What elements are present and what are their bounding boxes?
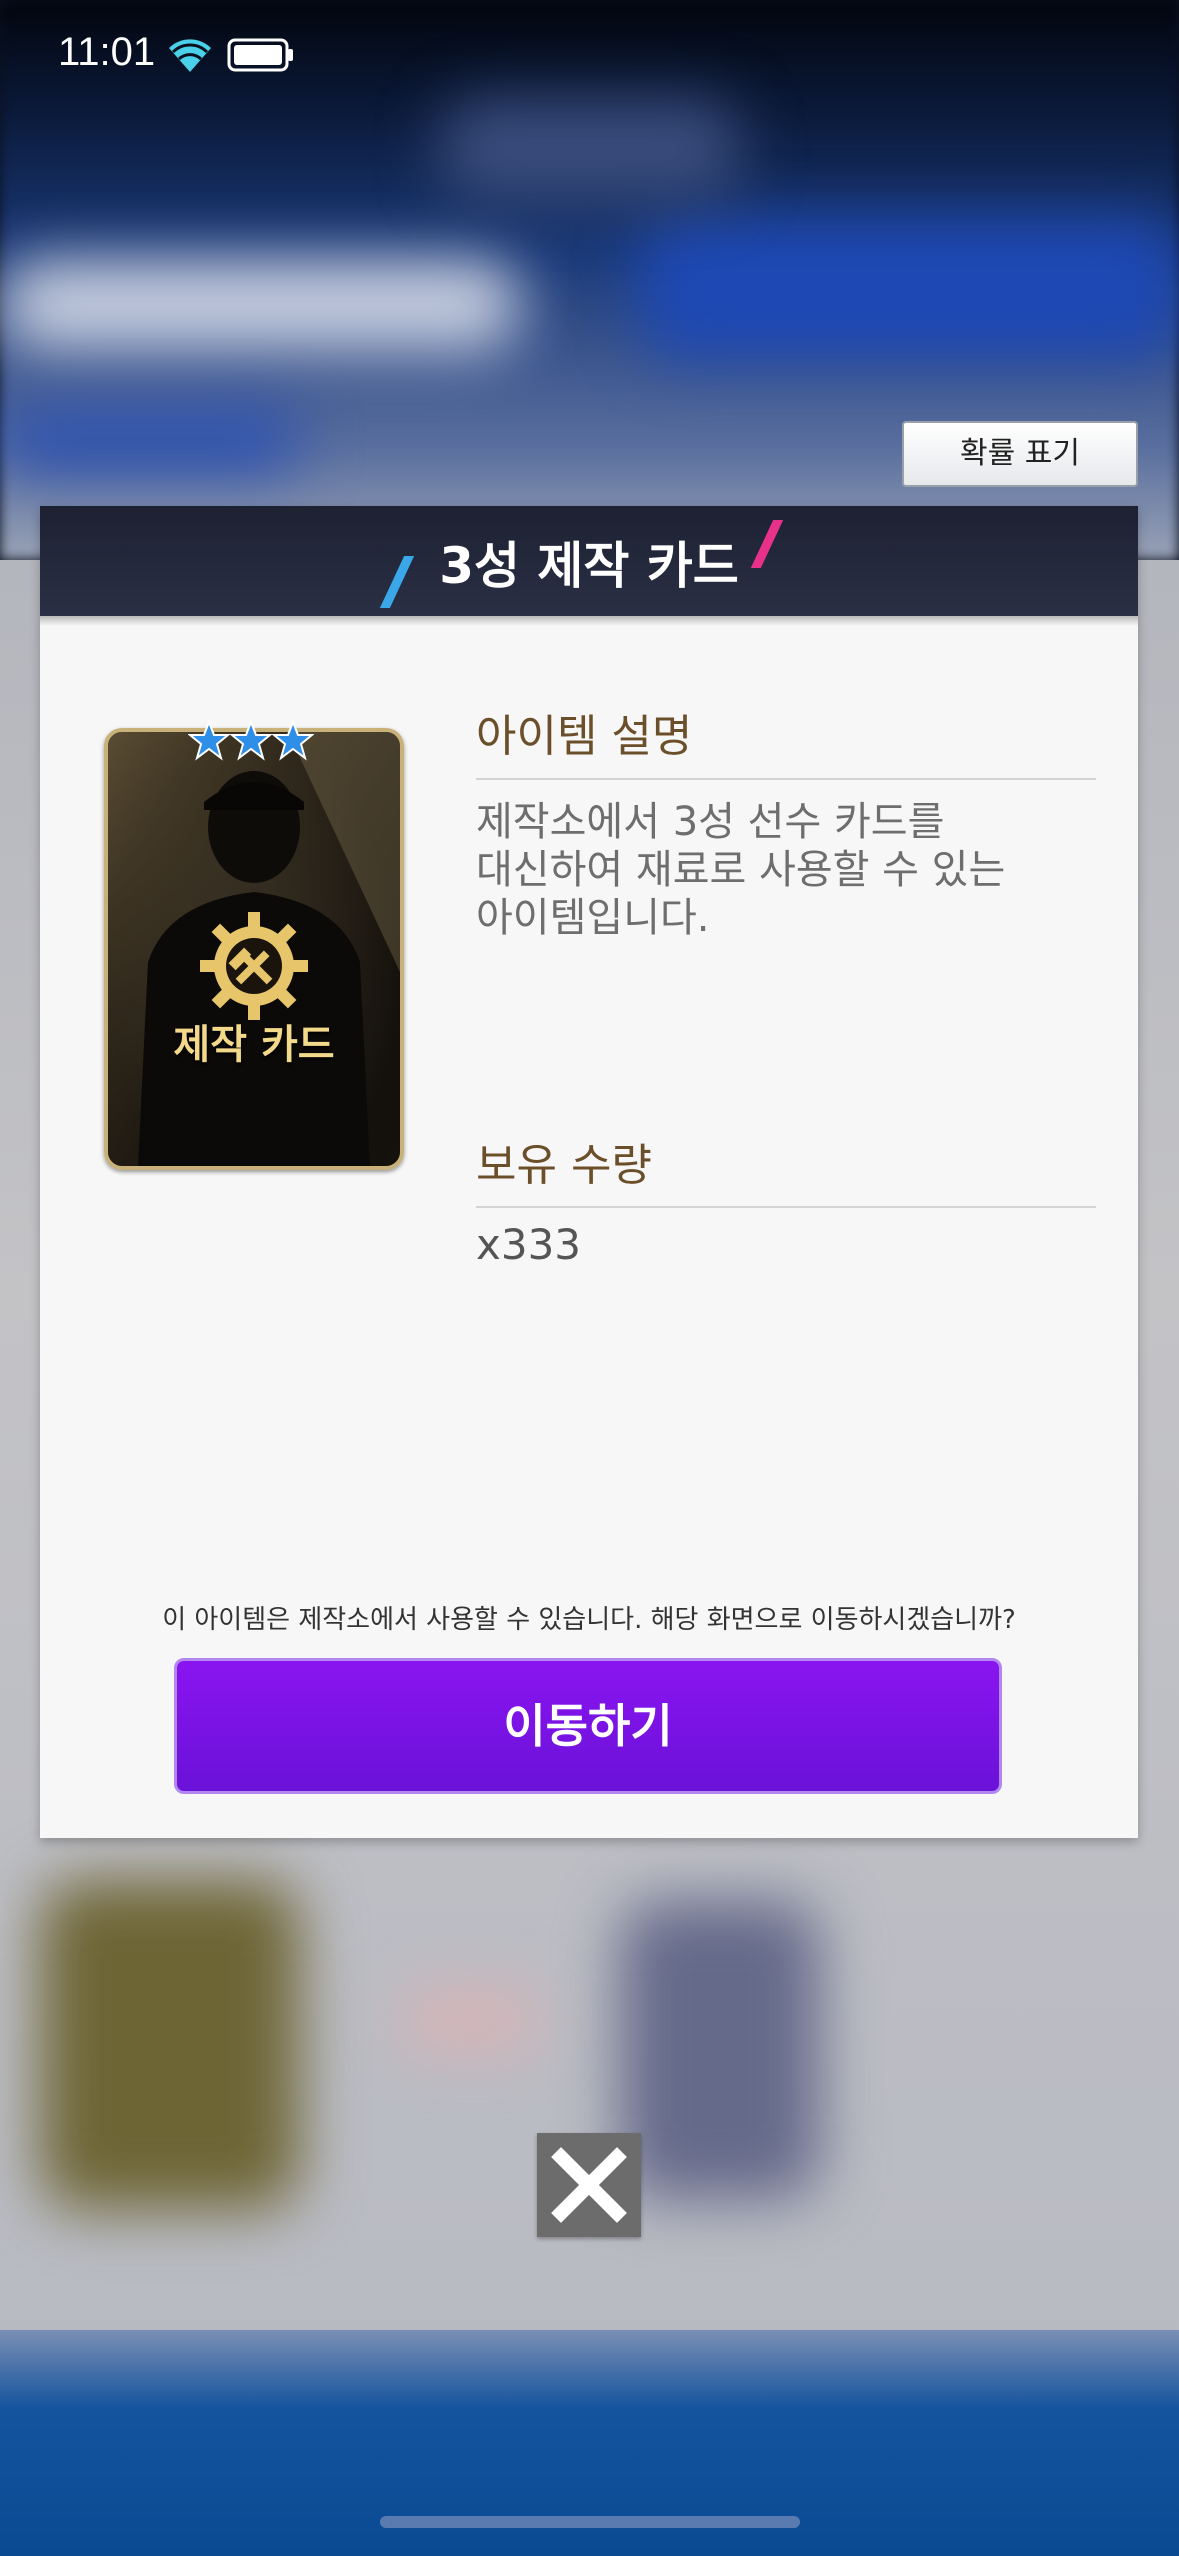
modal-header: 3성 제작 카드 [40, 506, 1138, 626]
hammer-gear-icon [200, 912, 308, 1020]
close-icon [551, 2147, 627, 2223]
description-heading: 아이템 설명 [476, 711, 693, 762]
description-line: 아이템입니다. [476, 895, 710, 941]
star-icon [188, 720, 231, 761]
modal-title: 3성 제작 카드 [439, 537, 739, 595]
status-time: 11:01 [58, 30, 156, 74]
wifi-icon [169, 39, 211, 72]
crafting-card-image: 제작 카드 [104, 728, 404, 1170]
quantity-divider [476, 1206, 1096, 1208]
star-icon [271, 720, 314, 761]
star-icon [229, 720, 273, 761]
description-line: 제작소에서 3성 선수 카드를 [476, 799, 945, 845]
description-divider [476, 778, 1096, 780]
go-to-workshop-button[interactable]: 이동하기 [174, 1658, 1002, 1794]
description-line: 대신하여 재료로 사용할 수 있는 [476, 847, 1006, 893]
star-rating [188, 720, 314, 761]
probability-button[interactable]: 확률 표기 [902, 421, 1138, 487]
home-indicator[interactable] [380, 2516, 800, 2528]
card-label: 제작 카드 [173, 1022, 335, 1068]
item-info-modal: 3성 제작 카드 제작 카드 아이템 설명 제작소에서 3성 선수 카드를 대신… [40, 506, 1138, 1838]
close-button[interactable] [537, 2133, 641, 2237]
item-description: 제작소에서 3성 선수 카드를 대신하여 재료로 사용할 수 있는 아이템입니다… [476, 798, 1096, 942]
battery-icon [227, 38, 293, 72]
quantity-value: x333 [476, 1220, 582, 1269]
move-notice: 이 아이템은 제작소에서 사용할 수 있습니다. 해당 화면으로 이동하시겠습니… [162, 1605, 1016, 1635]
status-bar: 11:01 [0, 0, 1179, 110]
quantity-heading: 보유 수량 [476, 1140, 652, 1191]
